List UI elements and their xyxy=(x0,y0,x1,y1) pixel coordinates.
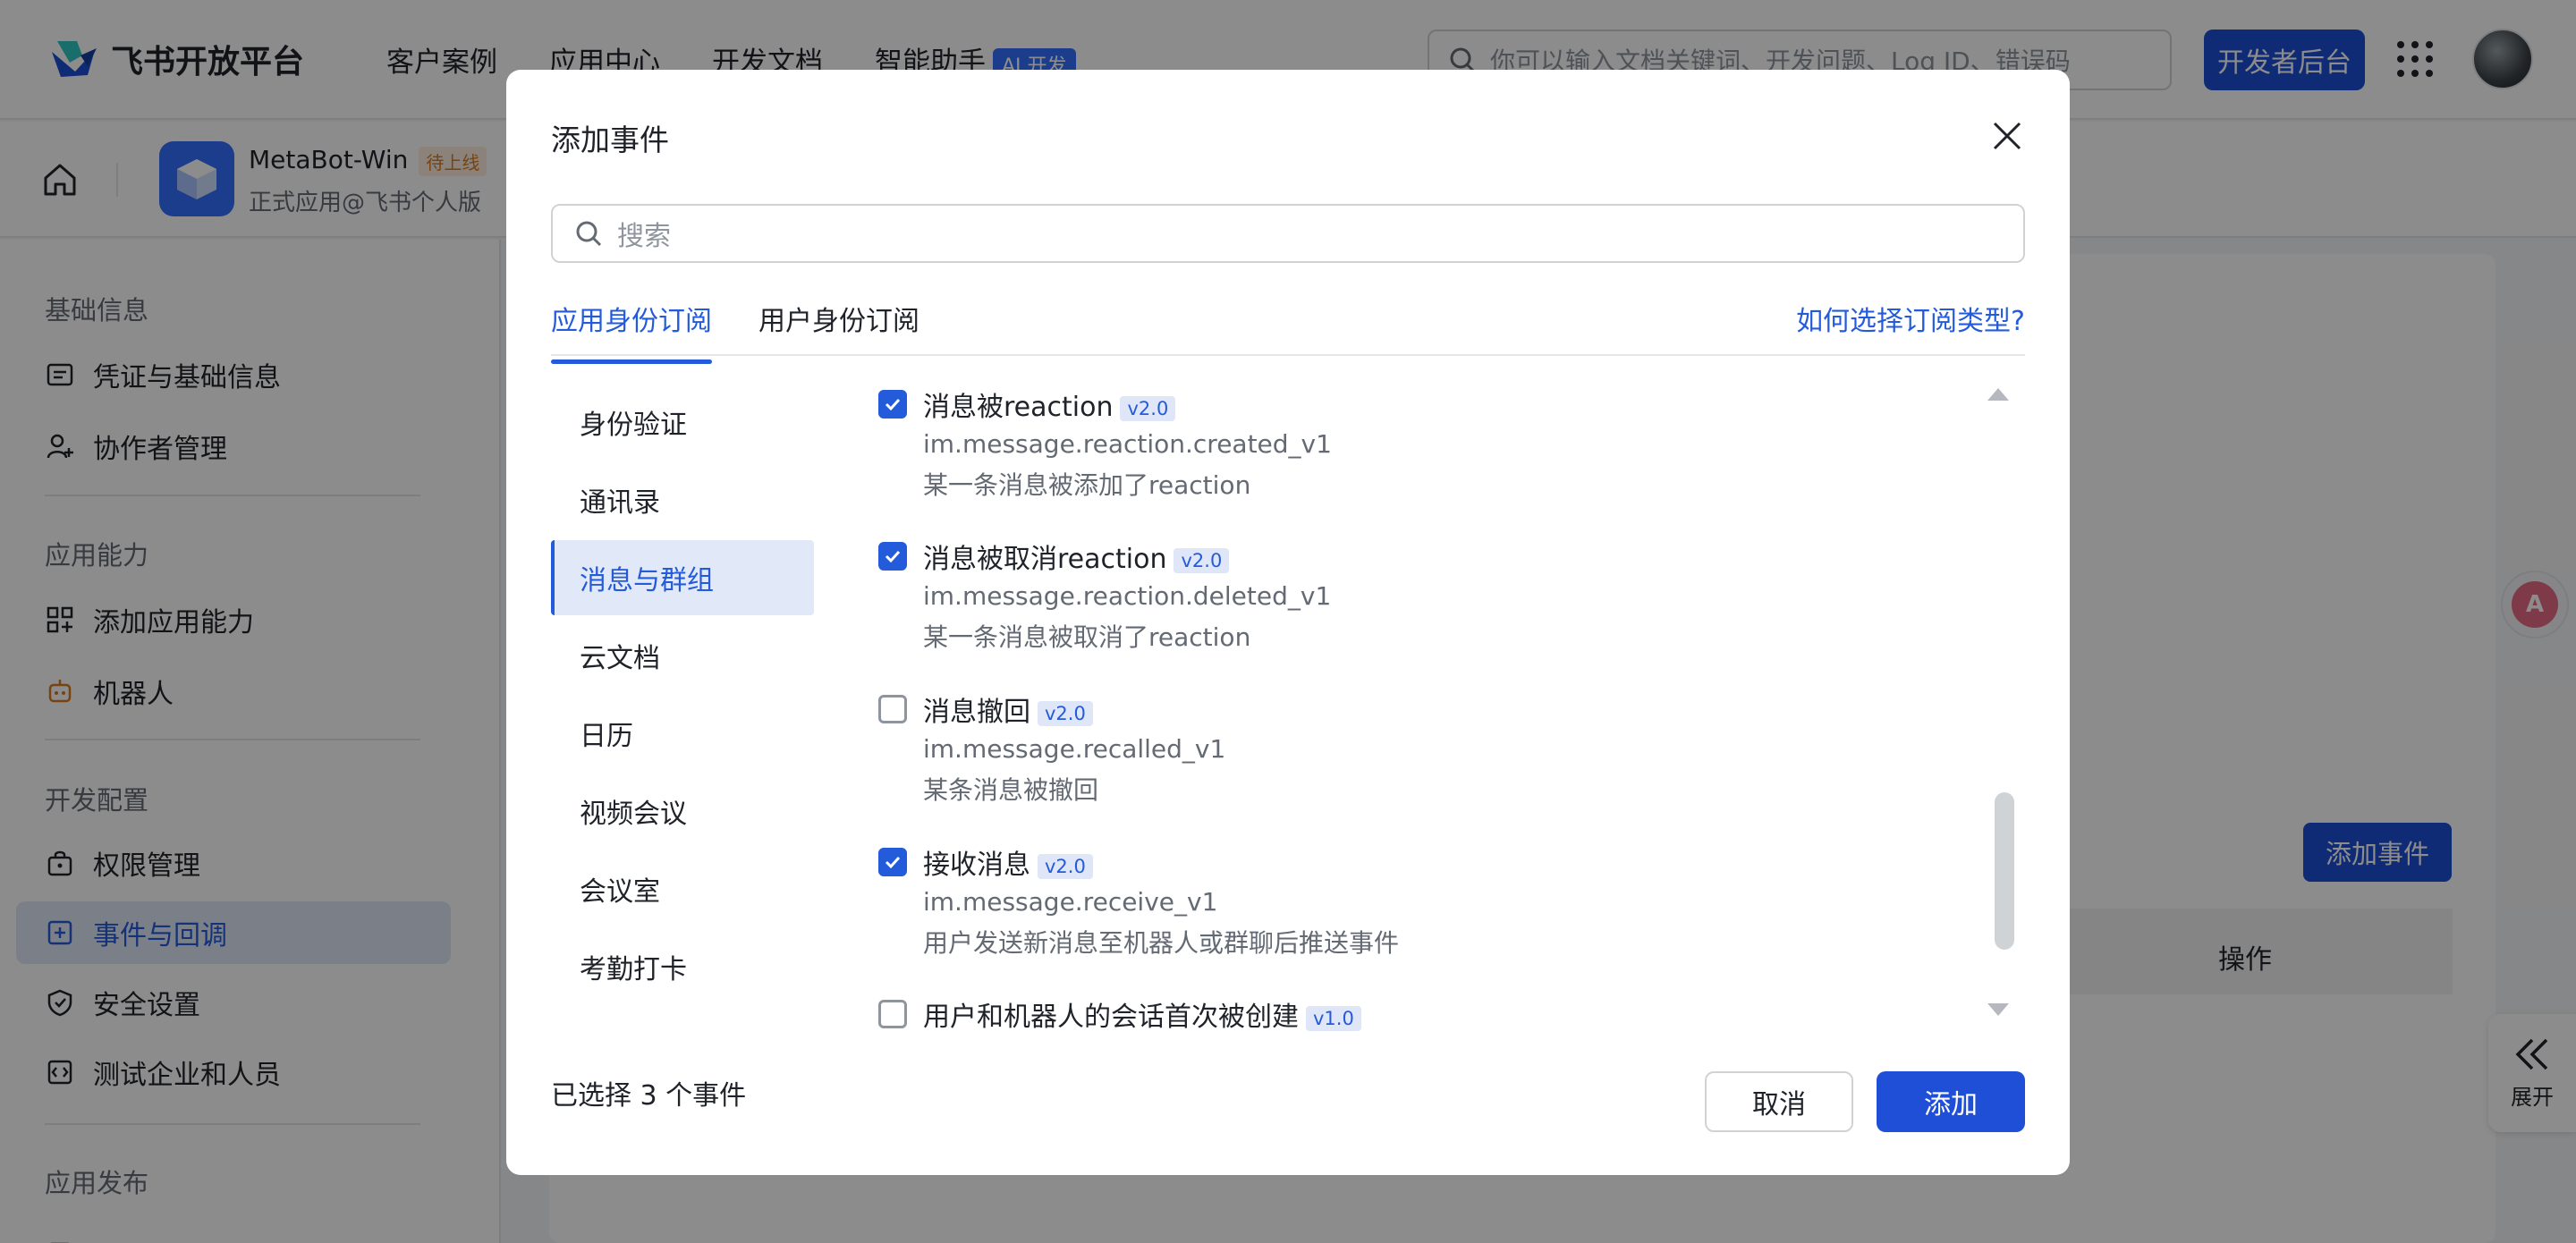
category-attendance[interactable]: 考勤打卡 xyxy=(551,929,814,1004)
version-badge: v2.0 xyxy=(1120,395,1176,421)
event-list-scrollbar[interactable] xyxy=(1995,792,2014,950)
event-description: 用户发送新消息至机器人或群聊后推送事件 xyxy=(923,928,1400,958)
event-item: 消息被取消reaction v2.0 im.message.reaction.de… xyxy=(878,537,1952,658)
event-name: 消息被reaction v2.0 xyxy=(923,385,1176,424)
event-name: 接收消息 v2.0 xyxy=(923,842,1093,882)
category-messages-groups[interactable]: 消息与群组 xyxy=(551,540,814,615)
scroll-down-arrow[interactable] xyxy=(1987,1003,2009,1016)
event-checkbox[interactable] xyxy=(878,848,907,876)
event-key: im.message.reaction.deleted_v1 xyxy=(923,581,1332,611)
event-name-text: 用户和机器人的会话首次被创建 xyxy=(923,1002,1299,1033)
category-contacts[interactable]: 通讯录 xyxy=(551,462,814,537)
version-badge: v2.0 xyxy=(1174,547,1230,573)
subscription-tabs: 应用身份订阅 用户身份订阅 如何选择订阅类型? xyxy=(551,293,2025,364)
event-name-text: 接收消息 xyxy=(923,850,1030,881)
event-key: im.message.receive_v1 xyxy=(923,887,1218,917)
event-name-text: 消息被取消reaction xyxy=(923,544,1167,575)
event-list: 消息被reaction v2.0 im.message.reaction.crea… xyxy=(878,385,2050,1100)
event-item: 消息撤回 v2.0 im.message.recalled_v1 某条消息被撤回 xyxy=(878,689,1952,811)
version-badge: v1.0 xyxy=(1306,1005,1361,1031)
event-search-placeholder: 搜索 xyxy=(617,221,671,252)
check-icon xyxy=(885,398,901,411)
subscription-help-link[interactable]: 如何选择订阅类型? xyxy=(1796,299,2025,338)
event-description: 某一条消息被添加了reaction xyxy=(923,470,1251,500)
cancel-button[interactable]: 取消 xyxy=(1705,1071,1853,1132)
event-key: im.message.reaction.created_v1 xyxy=(923,429,1332,459)
check-icon xyxy=(885,550,901,563)
event-category-list: 身份验证 通讯录 消息与群组 云文档 日历 视频会议 会议室 考勤打卡 xyxy=(551,385,814,1007)
category-auth[interactable]: 身份验证 xyxy=(551,385,814,460)
add-button[interactable]: 添加 xyxy=(1877,1071,2025,1132)
event-name: 消息被取消reaction v2.0 xyxy=(923,537,1230,576)
event-name-text: 消息撤回 xyxy=(923,697,1030,728)
event-description: 某条消息被撤回 xyxy=(923,775,1099,805)
event-item: 消息被reaction v2.0 im.message.reaction.crea… xyxy=(878,385,1952,506)
event-key: im.message.recalled_v1 xyxy=(923,734,1226,764)
tab-user-identity[interactable]: 用户身份订阅 xyxy=(758,299,919,361)
category-calendar[interactable]: 日历 xyxy=(551,696,814,771)
category-docs[interactable]: 云文档 xyxy=(551,618,814,693)
event-checkbox[interactable] xyxy=(878,695,907,723)
event-checkbox[interactable] xyxy=(878,542,907,571)
event-description: 某一条消息被取消了reaction xyxy=(923,622,1251,652)
event-name-text: 消息被reaction xyxy=(923,392,1114,423)
category-meeting-room[interactable]: 会议室 xyxy=(551,851,814,926)
check-icon xyxy=(885,856,901,869)
add-event-dialog: 添加事件 搜索 应用身份订阅 用户身份订阅 如何选择订阅类型? 身份验证 通讯录… xyxy=(506,70,2070,1175)
selected-count: 已选择 3 个事件 xyxy=(551,1080,747,1112)
version-badge: v2.0 xyxy=(1038,700,1093,726)
close-icon[interactable] xyxy=(1987,116,2027,156)
event-item: 用户和机器人的会话首次被创建 v1.0 xyxy=(878,994,1952,1034)
event-name: 消息撤回 v2.0 xyxy=(923,689,1093,729)
event-item: 接收消息 v2.0 im.message.receive_v1 用户发送新消息至机… xyxy=(878,842,1952,964)
scroll-up-arrow[interactable] xyxy=(1987,388,2009,401)
event-search-input[interactable]: 搜索 xyxy=(551,204,2025,263)
event-name: 用户和机器人的会话首次被创建 v1.0 xyxy=(923,994,1361,1034)
category-video-meeting[interactable]: 视频会议 xyxy=(551,774,814,849)
tab-app-identity[interactable]: 应用身份订阅 xyxy=(551,299,712,364)
search-icon xyxy=(576,221,602,247)
event-checkbox[interactable] xyxy=(878,1000,907,1028)
event-checkbox[interactable] xyxy=(878,390,907,419)
dialog-title: 添加事件 xyxy=(551,123,669,157)
version-badge: v2.0 xyxy=(1038,853,1093,879)
